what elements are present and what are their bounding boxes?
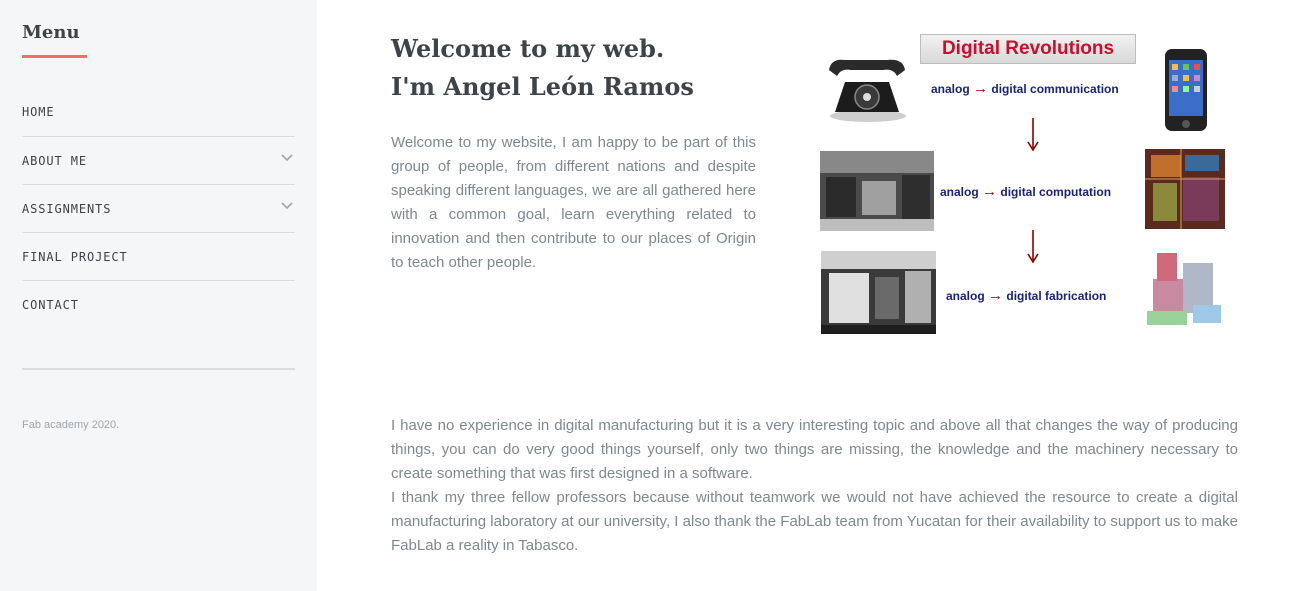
row-to-label: digital communication — [991, 82, 1119, 96]
sidebar-item-label: CONTACT — [22, 297, 79, 312]
footer-note: Fab academy 2020. — [22, 419, 120, 431]
chevron-down-icon[interactable] — [281, 200, 293, 212]
sidebar: Menu HOME ABOUT ME ASSIGNMENTS FINAL PRO… — [0, 0, 317, 591]
chip-die-photo — [1145, 149, 1225, 229]
smartphone-icon — [1165, 49, 1207, 131]
sidebar-item-final-project[interactable]: FINAL PROJECT — [22, 232, 295, 280]
figure-row-communication: analog → digital communication — [931, 80, 1119, 97]
right-arrow-icon: → — [973, 80, 989, 97]
intro-paragraph: Welcome to my website, I am happy to be … — [391, 134, 756, 271]
figure-row-computation: analog → digital computation — [940, 183, 1111, 200]
about-paragraph-2: I thank my three fellow professors becau… — [391, 489, 1238, 554]
telephone-icon — [829, 59, 906, 122]
sidebar-item-label: HOME — [22, 105, 55, 119]
sidebar-item-label: FINAL PROJECT — [22, 249, 128, 264]
chevron-down-icon[interactable] — [281, 152, 293, 164]
row-to-label: digital computation — [1000, 185, 1112, 199]
figure-banner-text: Digital Revolutions — [941, 38, 1115, 59]
right-arrow-icon: → — [982, 183, 998, 200]
sidebar-divider — [22, 368, 295, 370]
down-arrow-icon — [1027, 118, 1039, 152]
factory-photo — [821, 251, 936, 334]
page-title-line1: Welcome to my web. — [391, 34, 665, 63]
sidebar-item-label: ABOUT ME — [22, 153, 87, 168]
sidebar-nav: HOME ABOUT ME ASSIGNMENTS FINAL PROJECT … — [22, 88, 295, 328]
figure-banner: Digital Revolutions — [920, 34, 1136, 64]
row-from-label: analog — [940, 185, 979, 199]
row-from-label: analog — [931, 82, 970, 96]
3d-structure-render — [1147, 253, 1221, 325]
figure-row-fabrication: analog → digital fabrication — [946, 287, 1106, 304]
digital-revolutions-image: Digital Revolutions analog → digital com… — [815, 30, 1239, 346]
computer-room-photo — [820, 151, 934, 231]
sidebar-item-about-me[interactable]: ABOUT ME — [22, 136, 295, 184]
sidebar-item-home[interactable]: HOME — [22, 88, 295, 136]
right-arrow-icon: → — [988, 287, 1004, 304]
sidebar-item-contact[interactable]: CONTACT — [22, 280, 295, 328]
sidebar-item-label: ASSIGNMENTS — [22, 201, 112, 216]
row-to-label: digital fabrication — [1006, 289, 1107, 303]
menu-title: Menu — [22, 22, 80, 43]
page-title-line2: I'm Angel León Ramos — [391, 72, 694, 101]
row-from-label: analog — [946, 289, 985, 303]
about-text: I have no experience in digital manufact… — [391, 414, 1238, 558]
page-title: Welcome to my web. I'm Angel León Ramos — [391, 30, 694, 106]
down-arrow-icon — [1027, 230, 1039, 264]
about-paragraph-1: I have no experience in digital manufact… — [391, 417, 1238, 482]
sidebar-item-assignments[interactable]: ASSIGNMENTS — [22, 184, 295, 232]
menu-underline — [22, 55, 87, 58]
